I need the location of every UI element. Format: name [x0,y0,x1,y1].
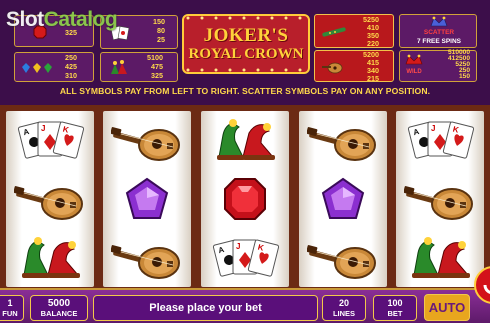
scatter-joker-icon [430,16,448,27]
lines-label: LINES [332,309,356,318]
fun-value: 1 [7,298,13,308]
playing-cards-icon: AJK [407,121,474,159]
control-bar: 1 FUN 5000 BALANCE Please place your bet… [0,288,490,323]
reel-5-row-2-symbol [396,170,484,228]
three-gems-icon [22,63,52,73]
pay-cards-1: 150 [153,17,165,26]
reel-5-row-1-symbol: AJK [396,111,484,169]
balance-display: 5000 BALANCE [30,295,88,321]
spin-arrow-icon [483,284,490,294]
lute-icon [111,245,180,279]
reel-1-row-1-symbol: AJK [6,111,94,169]
fun-label: FUN [2,309,18,318]
pay-jester-shoes-1: 5100 [147,53,163,62]
svg-text:J: J [431,124,435,133]
paytable-cell-scatter: SCATTER 7 FREE SPINS [399,14,477,48]
purple-gem-icon [321,177,365,219]
wild-joker-icon [405,54,423,65]
paytable: 325 150 80 25 250 425 310 5100 475 325 J… [0,0,490,105]
logo-line-2: ROYAL CROWN [188,46,304,62]
paytable-rule-text: ALL SYMBOLS PAY FROM LEFT TO RIGHT. SCAT… [59,86,431,96]
reel-2 [103,111,191,287]
lines-value: 20 [338,298,349,308]
lute-icon [404,186,473,220]
pay-three-gems-1: 250 [65,53,77,62]
paytable-cell-wild: WILD 510000 412500 5250 250 150 [399,49,477,82]
bet-value: 100 [387,298,403,308]
status-message: Please place your bet [93,295,318,321]
reel-4 [299,111,387,287]
reel-3-row-1-symbol [201,111,289,169]
pay-wild-5: 150 [458,73,470,80]
lute-icon [322,62,343,74]
jester-shoes-icon [412,237,470,278]
reel-1-row-3-symbol [6,229,94,287]
slot-game: 325 150 80 25 250 425 310 5100 475 325 J… [0,0,490,323]
purple-gem-icon [125,177,169,219]
pay-flute-4: 220 [367,39,379,48]
jester-shoes-icon [217,119,275,160]
jester-shoes-icon [22,237,80,278]
paytable-cell-jester-shoes: 5100 475 325 [100,52,178,82]
reel-3: AJK [201,111,289,287]
pay-jester-shoes-2: 475 [151,62,163,71]
reel-2-row-3-symbol [103,229,191,287]
pay-three-gems-2: 425 [65,62,77,71]
wild-label: WILD [406,69,422,75]
pay-cards-2: 80 [157,26,165,35]
game-logo: JOKER'S ROYAL CROWN [182,14,310,74]
balance-value: 5000 [47,298,71,309]
watermark: SlotCatalog [6,8,118,32]
balance-label: BALANCE [40,309,78,318]
reel-2-row-1-symbol [103,111,191,169]
reel-2-row-2-symbol [103,170,191,228]
reel-3-row-2-symbol [201,170,289,228]
watermark-slot: Slot [6,8,44,31]
reel-1: AJK [6,111,94,287]
svg-text:J: J [236,242,240,251]
reel-4-row-1-symbol [299,111,387,169]
auto-spin-button[interactable]: AUTO [424,294,470,321]
pay-three-gems-3: 310 [65,71,77,80]
reel-5-row-3-symbol [396,229,484,287]
bet-selector[interactable]: 100 BET [373,295,417,321]
paytable-cell-flute: 5250 410 350 220 [314,14,394,48]
scatter-label: SCATTER [423,29,455,36]
reel-4-row-3-symbol [299,229,387,287]
lute-icon [307,127,376,161]
red-gem-icon [224,178,266,220]
jester-shoes-icon [111,60,127,74]
logo-line-1: JOKER'S [203,25,289,46]
bet-label: BET [387,309,403,318]
lute-icon [307,245,376,279]
reels-area: AJK AJK AJK [0,105,490,288]
lute-icon [111,127,180,161]
fun-mode-display[interactable]: 1 FUN [0,295,24,321]
lute-icon [14,186,83,220]
svg-text:J: J [41,124,45,133]
playing-cards-icon: AJK [17,121,84,159]
flute-icon [322,27,346,37]
reel-3-row-3-symbol: AJK [201,229,289,287]
watermark-catalog: Catalog [43,8,118,31]
pay-cards-3: 25 [157,35,165,44]
paytable-cell-three-gems: 250 425 310 [14,52,94,82]
reel-1-row-2-symbol [6,170,94,228]
free-spins-note: 7 FREE SPINS [416,38,462,45]
reel-4-row-2-symbol [299,170,387,228]
pay-jester-shoes-3: 325 [151,71,163,80]
lines-selector[interactable]: 20 LINES [322,295,366,321]
pay-lute-4: 215 [367,74,379,83]
playing-cards-icon: AJK [212,239,279,277]
reel-5: AJK [396,111,484,287]
paytable-cell-lute: 5200 415 340 215 [314,50,394,82]
